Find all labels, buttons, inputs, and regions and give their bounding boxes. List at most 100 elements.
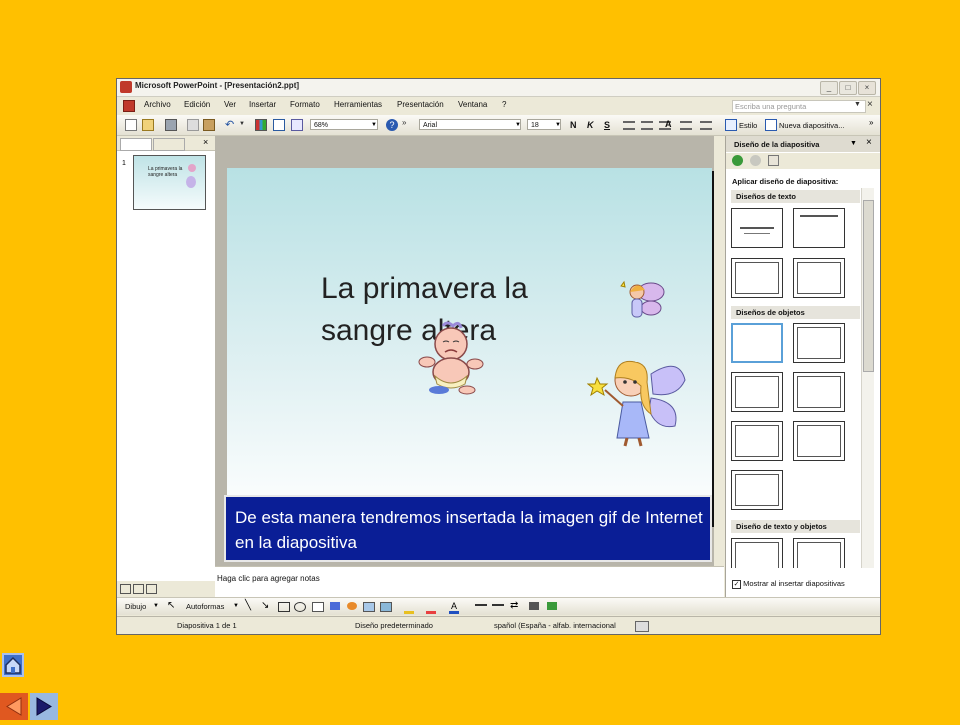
large-fairy-image[interactable] xyxy=(587,354,691,448)
grid-icon[interactable] xyxy=(291,119,303,131)
paste-icon[interactable] xyxy=(203,119,215,131)
arrow-style-icon[interactable]: ⇄ xyxy=(510,600,518,611)
home-button[interactable] xyxy=(2,653,24,677)
font-color-icon[interactable]: A xyxy=(449,601,459,614)
document-icon[interactable] xyxy=(123,100,135,112)
diagram-icon[interactable] xyxy=(347,602,357,610)
picture-icon[interactable] xyxy=(380,602,392,612)
indent-icon[interactable] xyxy=(680,121,692,130)
tab-outline[interactable] xyxy=(120,138,152,151)
menu-ventana[interactable]: Ventana xyxy=(458,100,487,109)
previous-slide-button[interactable] xyxy=(0,693,28,720)
menu-herramientas[interactable]: Herramientas xyxy=(334,100,382,109)
normal-view-icon[interactable] xyxy=(120,584,131,594)
fill-color-icon[interactable] xyxy=(404,601,414,614)
italic-button[interactable]: K xyxy=(587,120,594,130)
print-icon[interactable] xyxy=(165,119,177,131)
layout-title-only[interactable] xyxy=(793,208,845,248)
layout-content[interactable] xyxy=(793,323,845,363)
task-pane-close-icon[interactable]: × xyxy=(866,137,872,148)
clipart-icon[interactable] xyxy=(363,602,375,612)
layout-title-two-content[interactable] xyxy=(793,372,845,412)
show-on-insert-option[interactable]: ✓ Mostrar al insertar diapositivas xyxy=(732,579,845,589)
increase-font-icon[interactable]: A xyxy=(665,119,672,129)
baby-image[interactable] xyxy=(413,320,485,396)
checkbox-checked-icon[interactable]: ✓ xyxy=(732,579,741,589)
menu-help[interactable]: ? xyxy=(502,100,506,109)
copy-icon[interactable] xyxy=(187,119,199,131)
toolbar-more-icon[interactable]: » xyxy=(869,118,873,127)
task-pane-scrollbar[interactable] xyxy=(861,188,874,568)
layout-title-slide[interactable] xyxy=(731,208,783,248)
layout-content-grid-a[interactable] xyxy=(731,421,783,461)
maximize-button[interactable]: □ xyxy=(839,81,857,95)
menu-formato[interactable]: Formato xyxy=(290,100,320,109)
line-color-icon[interactable] xyxy=(426,601,436,614)
new-slide-icon[interactable] xyxy=(765,119,777,131)
font-dropdown-icon[interactable]: ▼ xyxy=(515,122,521,128)
close-button[interactable]: × xyxy=(858,81,876,95)
dropdown-arrow-icon[interactable]: ▼ xyxy=(854,101,861,108)
layout-title-content[interactable] xyxy=(731,372,783,412)
close-document-icon[interactable]: × xyxy=(867,99,873,110)
new-document-icon[interactable] xyxy=(125,119,137,131)
ellipse-icon[interactable] xyxy=(294,602,306,612)
menu-insertar[interactable]: Insertar xyxy=(249,100,276,109)
textbox-icon[interactable] xyxy=(312,602,324,612)
select-arrow-icon[interactable]: ↖ xyxy=(167,600,175,611)
line-style-icon[interactable] xyxy=(475,604,487,606)
arrow-icon[interactable]: ↘ xyxy=(261,600,269,611)
notes-pane[interactable]: Haga clic para agregar notas xyxy=(215,566,724,597)
powerpoint-app-icon[interactable] xyxy=(120,81,132,93)
chart-icon[interactable] xyxy=(255,119,267,131)
zoom-select[interactable]: 68% xyxy=(310,119,378,130)
draw-dropdown-icon[interactable]: ▼ xyxy=(153,603,159,609)
align-center-icon[interactable] xyxy=(641,121,653,130)
menu-archivo[interactable]: Archivo xyxy=(144,100,171,109)
open-icon[interactable] xyxy=(142,119,154,131)
wordart-icon[interactable] xyxy=(330,602,340,610)
autoshapes-dropdown-icon[interactable]: ▼ xyxy=(233,603,239,609)
scroll-thumb[interactable] xyxy=(863,200,874,372)
slide-thumbnail[interactable]: La primavera la sangre altera xyxy=(133,155,206,210)
task-pane-menu-icon[interactable]: ▼ xyxy=(850,140,857,147)
zoom-dropdown-icon[interactable]: ▼ xyxy=(371,122,377,128)
underline-button[interactable]: S xyxy=(604,120,610,130)
menu-edicion[interactable]: Edición xyxy=(184,100,210,109)
minimize-button[interactable]: _ xyxy=(820,81,838,95)
bold-button[interactable]: N xyxy=(570,120,577,130)
toolbar-options-icon[interactable]: » xyxy=(402,118,406,127)
next-slide-button[interactable] xyxy=(30,693,58,720)
help-icon[interactable]: ? xyxy=(386,119,398,131)
slideshow-view-icon[interactable] xyxy=(146,584,157,594)
draw-menu-button[interactable]: Dibujo xyxy=(125,602,146,611)
layout-blank[interactable] xyxy=(731,323,783,363)
new-slide-button[interactable]: Nueva diapositiva... xyxy=(779,121,844,130)
home-icon[interactable] xyxy=(768,155,779,166)
layout-title-text[interactable] xyxy=(731,258,783,298)
close-panel-icon[interactable]: × xyxy=(203,137,208,147)
layout-two-columns[interactable] xyxy=(793,258,845,298)
style-icon[interactable] xyxy=(725,119,737,131)
3d-icon[interactable] xyxy=(547,602,557,610)
layout-content-grid-b[interactable] xyxy=(793,421,845,461)
table-icon[interactable] xyxy=(273,119,285,131)
back-icon[interactable] xyxy=(732,155,743,166)
undo-icon[interactable]: ↶ xyxy=(225,118,234,131)
spelling-status-icon[interactable] xyxy=(635,621,649,632)
tab-slides[interactable] xyxy=(153,138,185,151)
menu-presentacion[interactable]: Presentación xyxy=(397,100,444,109)
align-left-icon[interactable] xyxy=(623,121,635,130)
slide-canvas[interactable]: La primavera la sangre altera xyxy=(227,168,712,524)
undo-dropdown-icon[interactable]: ▼ xyxy=(239,121,245,127)
layout-text-object-b[interactable] xyxy=(793,538,845,568)
dash-style-icon[interactable] xyxy=(492,604,504,606)
rectangle-icon[interactable] xyxy=(278,602,290,612)
menu-ver[interactable]: Ver xyxy=(224,100,236,109)
slide-scrollbar[interactable] xyxy=(714,136,724,566)
outdent-icon[interactable] xyxy=(700,121,712,130)
shadow-icon[interactable] xyxy=(529,602,539,610)
ask-question-box[interactable]: Escriba una pregunta xyxy=(732,100,866,113)
line-icon[interactable]: ╲ xyxy=(245,600,251,611)
small-fairy-image[interactable] xyxy=(615,278,671,326)
